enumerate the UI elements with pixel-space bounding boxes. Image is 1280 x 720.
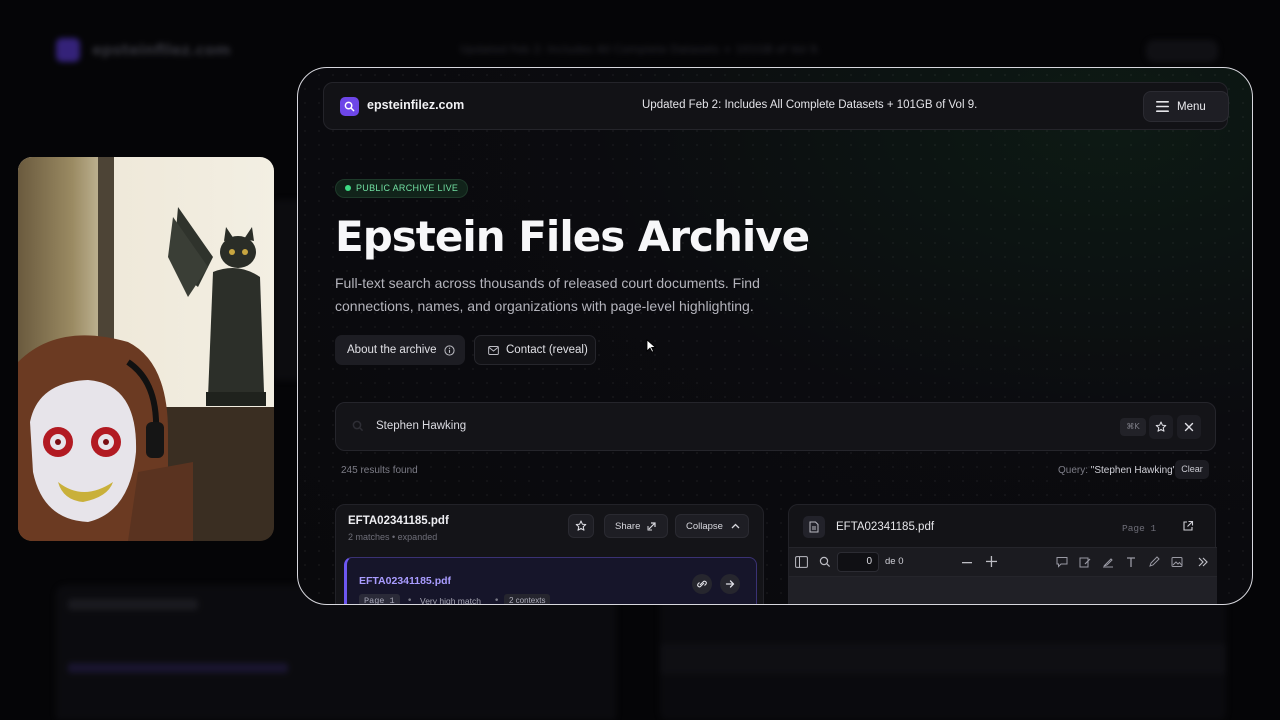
find-icon[interactable] [819,556,831,568]
about-archive-button[interactable]: About the archive [335,335,465,365]
text-tool-icon[interactable] [1125,556,1137,568]
background-logo [56,38,80,62]
top-navigation-bar: epsteinfilez.com Updated Feb 2: Includes… [323,82,1229,130]
menu-button[interactable]: Menu [1143,91,1229,122]
image-icon[interactable] [1171,556,1183,568]
search-logo-icon[interactable] [340,97,359,116]
query-value: "Stephen Hawking" [1090,465,1177,476]
separator-dot: • [494,596,500,605]
zoom-out-icon[interactable] [962,562,972,564]
background-site-name: epsteinfilez.com [92,41,231,59]
match-contexts-badge: 2 contexts [504,594,551,604]
favorite-result-button[interactable] [568,514,594,538]
external-link-icon[interactable] [1182,520,1194,532]
save-search-button[interactable] [1149,415,1173,439]
background-result-card [56,585,616,720]
page-total: de 0 [885,556,904,567]
clear-query-button[interactable]: Clear [1175,460,1209,479]
menu-label: Menu [1177,100,1206,113]
browser-window: epsteinfilez.com Updated Feb 2: Includes… [297,67,1253,605]
background-banner: Updated Feb 2: Includes All Complete Dat… [460,43,821,56]
mail-icon [488,345,499,355]
share-icon [647,522,656,531]
zoom-in-icon[interactable] [986,556,997,567]
draw-icon[interactable] [1148,556,1160,568]
copy-link-button[interactable] [692,574,712,594]
pdf-toolbar: 0 de 0 [789,547,1217,577]
query-label: Query: [1058,465,1089,476]
contact-reveal-label: Contact (reveal) [506,344,588,356]
pdf-page-area[interactable] [789,577,1217,604]
keyboard-shortcut-hint: ⌘K [1120,418,1146,436]
search-bar[interactable]: Stephen Hawking ⌘K [335,402,1216,451]
sidebar-toggle-icon[interactable] [795,556,808,568]
match-page-badge: Page 1 [359,594,400,604]
page-title: Epstein Files Archive [335,212,810,261]
page-description: Full-text search across thousands of rel… [335,275,760,314]
close-icon [1184,422,1194,432]
open-match-button[interactable] [720,574,740,594]
match-item[interactable]: EFTA02341185.pdf Page 1 • Very high matc… [344,557,757,605]
share-button[interactable]: Share [604,514,668,538]
star-icon [575,520,587,531]
about-archive-label: About the archive [347,344,437,356]
viewer-page-label: Page 1 [1122,523,1157,534]
result-subtitle: 2 matches • expanded [348,532,438,542]
update-banner: Updated Feb 2: Includes All Complete Dat… [642,99,978,111]
collapse-button[interactable]: Collapse [675,514,749,538]
hamburger-icon [1156,101,1169,112]
match-filename[interactable]: EFTA02341185.pdf [359,575,451,587]
clear-search-button[interactable] [1177,415,1201,439]
site-name-link[interactable]: epsteinfilez.com [367,98,464,112]
share-label: Share [615,520,641,532]
comment-icon[interactable] [1056,556,1068,568]
webcam-overlay [18,157,274,541]
chevron-up-icon [731,523,740,529]
contact-reveal-button[interactable]: Contact (reveal) [474,335,596,365]
page-number-input[interactable]: 0 [837,552,879,572]
results-count: 245 results found [341,465,418,476]
highlight-icon[interactable] [1102,556,1114,568]
more-tools-icon[interactable] [1197,556,1209,568]
star-icon [1155,421,1167,432]
background-menu [1146,40,1218,62]
query-display: Query: "Stephen Hawking" [1058,465,1176,476]
background-viewer-card [660,592,1226,720]
result-card: EFTA02341185.pdf 2 matches • expanded Sh… [335,504,764,605]
arrow-right-icon [725,580,735,588]
search-input[interactable]: Stephen Hawking [376,420,466,432]
document-icon [803,516,825,538]
document-viewer: EFTA02341185.pdf Page 1 0 de 0 [788,504,1217,604]
info-icon [443,344,455,356]
mouse-cursor-icon [646,339,656,353]
result-filename[interactable]: EFTA02341185.pdf [348,515,449,527]
link-icon [697,580,707,588]
streamer-masked-person [18,335,193,541]
viewer-filename: EFTA02341185.pdf [836,521,935,533]
search-icon [352,420,364,432]
match-relevance: Very high match [420,596,481,605]
collapse-label: Collapse [686,520,723,532]
archive-status-badge: PUBLIC ARCHIVE LIVE [335,179,469,198]
separator-dot: • [407,596,413,605]
signature-icon[interactable] [1079,556,1091,568]
